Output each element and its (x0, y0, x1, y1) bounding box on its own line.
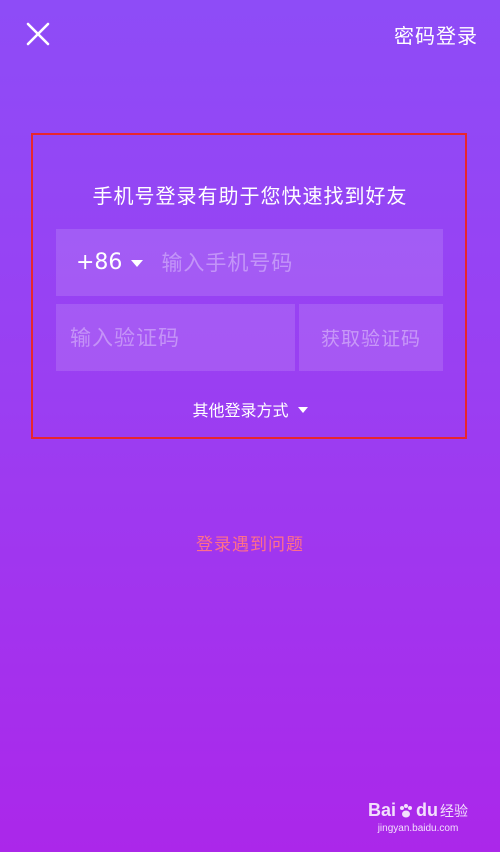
verification-code-input[interactable] (56, 304, 295, 371)
other-login-label: 其他登录方式 (192, 401, 289, 420)
password-login-link[interactable]: 密码登录 (394, 20, 478, 49)
dropdown-triangle-icon (297, 406, 308, 413)
watermark-logo: Bai du 经验 (367, 800, 468, 820)
watermark-url: jingyan.baidu.com (377, 823, 459, 834)
dropdown-triangle-icon (131, 260, 144, 267)
paw-icon (400, 803, 412, 817)
country-code-label: +86 (76, 250, 123, 275)
get-code-button[interactable]: 获取验证码 (299, 304, 443, 371)
phone-number-input[interactable] (159, 228, 443, 297)
other-login-methods[interactable]: 其他登录方式 (0, 397, 500, 421)
login-problem-link[interactable]: 登录遇到问题 (0, 530, 500, 555)
country-code-selector[interactable]: +86 (76, 250, 144, 275)
close-icon (26, 22, 50, 46)
login-headline: 手机号登录有助于您快速找到好友 (92, 184, 408, 208)
close-button[interactable] (26, 22, 50, 46)
phone-row: +86 (56, 228, 443, 297)
verification-code-field (56, 304, 295, 371)
baidu-jingyan-watermark: Bai du 经验 jingyan.baidu.com (362, 800, 474, 834)
